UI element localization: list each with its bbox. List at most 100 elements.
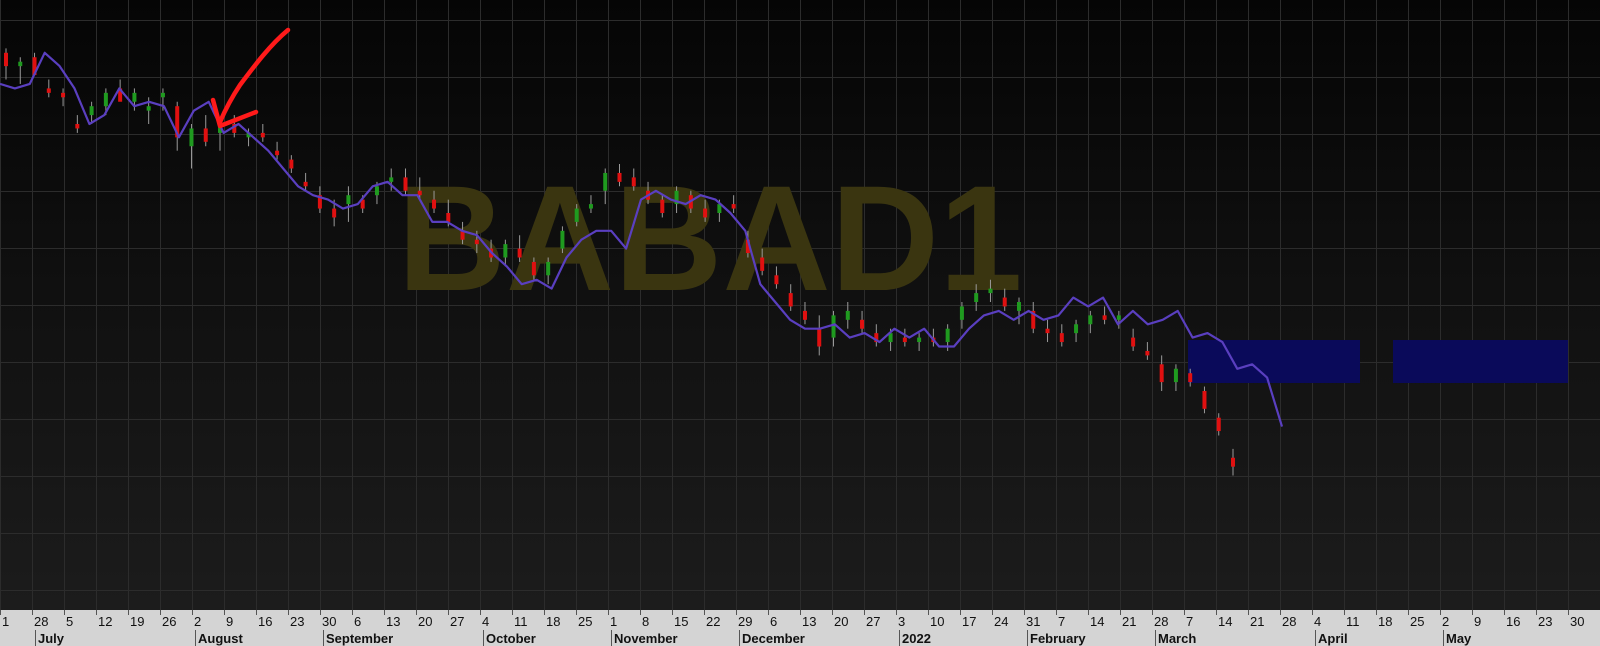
candle-body [1002, 297, 1007, 307]
x-tick-label: 14 [1218, 614, 1232, 629]
x-tick-label: 2 [1442, 614, 1449, 629]
x-tick-label: 30 [322, 614, 336, 629]
candle-body [574, 208, 579, 222]
x-tick-label: 27 [866, 614, 880, 629]
x-tick-label: 1 [2, 614, 9, 629]
candle-body [503, 244, 508, 258]
x-axis: 1 28 5 12 19 26 2 9 16 23 30 6 13 20 27 4 11 18 25 1 8 15 22 29… [0, 610, 1600, 646]
x-tick-label: 31 [1026, 614, 1040, 629]
candle-body [389, 177, 394, 182]
candle-body [617, 172, 622, 182]
x-tick-label: 18 [546, 614, 560, 629]
candle-body [18, 61, 23, 67]
x-tick-label: 25 [1410, 614, 1424, 629]
shaded-block [1393, 340, 1568, 383]
candle-body [432, 199, 437, 209]
candle-body [417, 190, 422, 196]
x-tick-label: 12 [98, 614, 112, 629]
stock-chart: BABAD1 1 28 5 12 19 26 2 9 16 23 30 6 13 20 27 4 11 18 25 1… [0, 0, 1600, 646]
candle-body [817, 328, 822, 347]
x-tick-label: 5 [66, 614, 73, 629]
candle-body [1116, 315, 1121, 320]
x-tick-label: 13 [802, 614, 816, 629]
candle-body [774, 275, 779, 285]
x-tick-label: 11 [514, 614, 528, 629]
candle-body [1202, 391, 1207, 409]
x-tick-label: 1 [610, 614, 617, 629]
candle-body [46, 88, 51, 93]
x-tick-label: 23 [290, 614, 304, 629]
candle-body [988, 288, 993, 294]
x-tick-label: 29 [738, 614, 752, 629]
x-tick-label: 21 [1250, 614, 1264, 629]
x-tick-label: 16 [1506, 614, 1520, 629]
candle-body [160, 92, 165, 98]
candle-body [1088, 315, 1093, 325]
candle-body [760, 257, 765, 271]
x-tick-label: 25 [578, 614, 592, 629]
candle-body [660, 199, 665, 213]
candle-body [189, 128, 194, 147]
x-tick-label: 4 [482, 614, 489, 629]
month-label: April [1318, 631, 1348, 646]
x-tick-label: 20 [418, 614, 432, 629]
candle-body [346, 195, 351, 205]
x-tick-label: 19 [130, 614, 144, 629]
x-tick-label: 30 [1570, 614, 1584, 629]
x-tick-label: 10 [930, 614, 944, 629]
x-tick-label: 15 [674, 614, 688, 629]
x-tick-label: 28 [34, 614, 48, 629]
candle-body [845, 310, 850, 320]
candle-body [103, 92, 108, 107]
candle-body [403, 177, 408, 191]
candle-body [1145, 350, 1150, 356]
candle-body [1016, 302, 1021, 311]
x-tick-label: 16 [258, 614, 272, 629]
candle-body [802, 310, 807, 320]
candle-body [89, 106, 94, 116]
month-label: 2022 [902, 631, 931, 646]
candle-body [203, 128, 208, 142]
candle-body [1074, 324, 1079, 334]
candle-body [1188, 373, 1193, 383]
candle-body [1045, 328, 1050, 334]
x-tick-label: 28 [1154, 614, 1168, 629]
x-tick-label: 24 [994, 614, 1008, 629]
x-tick-label: 6 [354, 614, 361, 629]
candle-body [303, 181, 308, 187]
candle-body [1131, 337, 1136, 347]
x-tick-label: 27 [450, 614, 464, 629]
candle-body [374, 186, 379, 196]
candle-body [631, 177, 636, 187]
candle-body [531, 261, 536, 276]
watermark: BABAD1 [397, 154, 1022, 322]
month-label: December [742, 631, 805, 646]
candle-body [945, 328, 950, 343]
x-tick-label: 17 [962, 614, 976, 629]
month-label: May [1446, 631, 1472, 646]
candle-body [1102, 315, 1107, 320]
candle-body [902, 337, 907, 343]
candle-body [1216, 417, 1221, 432]
x-tick-label: 3 [898, 614, 905, 629]
candle-body [517, 248, 522, 258]
x-tick-label: 11 [1346, 614, 1360, 629]
candle-body [1159, 364, 1164, 383]
candle-body [332, 208, 337, 218]
candle-body [1231, 457, 1235, 467]
candle-body [275, 150, 280, 156]
candle-body [1059, 333, 1064, 343]
candle-body [703, 208, 708, 218]
candle-body [959, 306, 964, 320]
month-label: November [614, 631, 678, 646]
x-tick-label: 8 [642, 614, 649, 629]
candle-body [474, 239, 479, 245]
candle-body [831, 315, 836, 338]
candle-body [860, 319, 865, 329]
x-tick-label: 22 [706, 614, 720, 629]
candle-body [146, 106, 151, 111]
month-label: March [1158, 631, 1196, 646]
candle-body [260, 132, 265, 138]
x-tick-label: 7 [1186, 614, 1193, 629]
x-tick-label: 6 [770, 614, 777, 629]
